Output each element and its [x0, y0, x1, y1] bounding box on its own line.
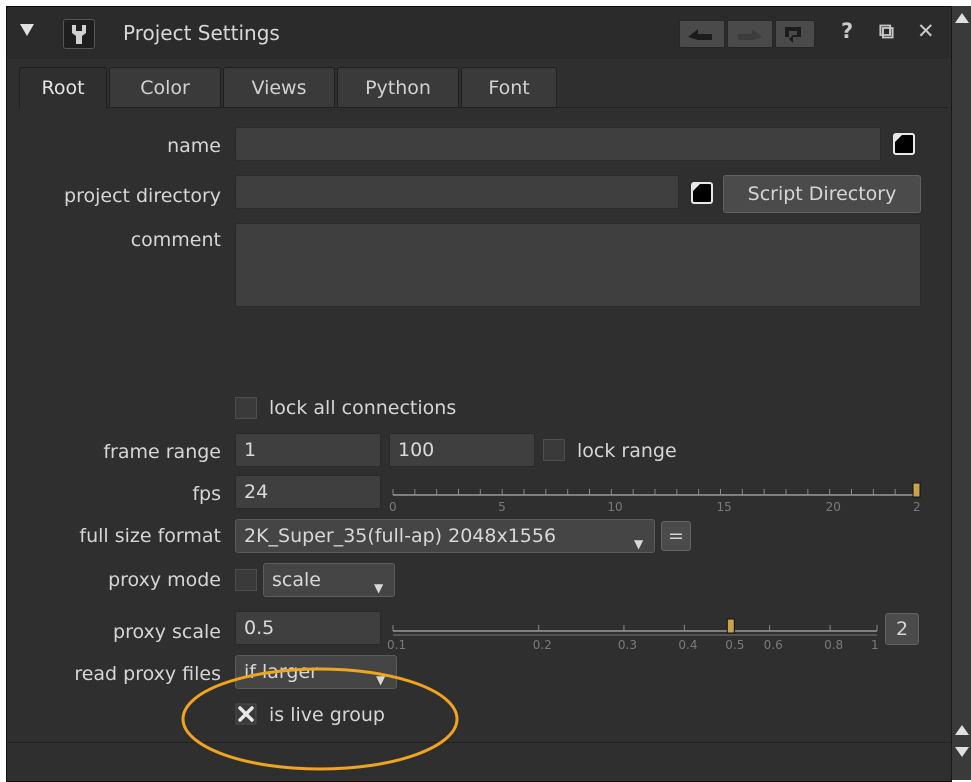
slider-tick-label: 1	[871, 638, 879, 649]
tab-bar: Root Color Views Python Font	[7, 67, 951, 109]
project-directory-file-browser-icon[interactable]	[687, 178, 717, 208]
help-icon[interactable]: ?	[841, 19, 853, 43]
slider-tick-label: 0.4	[678, 638, 697, 649]
wrench-icon	[72, 25, 86, 44]
undo-icon	[688, 29, 712, 40]
full-size-format-value: 2K_Super_35(full-ap) 2048x1556	[244, 525, 557, 547]
full-size-format-dropdown[interactable]: 2K_Super_35(full-ap) 2048x1556 ▼	[235, 519, 655, 553]
close-icon[interactable]: ✕	[917, 19, 935, 43]
undo-button[interactable]	[679, 20, 725, 48]
collapse-triangle-icon[interactable]	[19, 23, 35, 37]
name-file-browser-icon[interactable]	[889, 129, 919, 159]
window-title: Project Settings	[123, 21, 280, 45]
slider-handle[interactable]	[912, 482, 921, 498]
script-directory-button[interactable]: Script Directory	[723, 175, 921, 213]
chevron-down-icon: ▼	[374, 581, 384, 595]
slider-tick-label: 20	[826, 500, 841, 513]
proxy-mode-value: scale	[272, 569, 321, 591]
slider-tick-label: 0.8	[824, 638, 843, 649]
vertical-scrollbar[interactable]	[951, 6, 971, 780]
tab-root[interactable]: Root	[19, 67, 107, 109]
slider-tick-label: 0.2	[533, 638, 552, 649]
slider-handle[interactable]	[726, 618, 735, 634]
lock-range-label: lock range	[577, 440, 677, 462]
revert-icon	[785, 27, 801, 43]
redo-icon	[738, 29, 762, 40]
name-label: name	[167, 135, 221, 157]
scroll-up-button[interactable]	[954, 10, 970, 26]
revert-button[interactable]	[775, 20, 815, 48]
arrow-up-icon	[955, 13, 969, 23]
tab-python[interactable]: Python	[337, 67, 459, 107]
project-directory-label: project directory	[64, 185, 221, 207]
proxy-scale-input[interactable]: 0.5	[235, 611, 381, 645]
slider-tick-label: 0.3	[618, 638, 637, 649]
proxy-scale-label: proxy scale	[113, 621, 221, 643]
frame-range-last-input[interactable]: 100	[389, 433, 535, 467]
tab-font[interactable]: Font	[461, 67, 557, 107]
tab-color[interactable]: Color	[109, 67, 221, 107]
proxy-mode-label: proxy mode	[108, 569, 221, 591]
proxy-mode-checkbox[interactable]	[235, 569, 257, 591]
lock-all-connections-label: lock all connections	[269, 397, 457, 419]
slider-tick-label: 5	[498, 500, 506, 513]
scroll-down-button[interactable]	[954, 744, 970, 760]
fps-input[interactable]: 24	[235, 475, 381, 509]
slider-tick-label: 0.1	[387, 638, 406, 649]
highlight-ellipse-annotation	[181, 667, 459, 771]
project-settings-panel: Project Settings ? ⧉ ✕ Root Color Views …	[6, 6, 952, 782]
lock-all-connections-checkbox[interactable]	[235, 397, 257, 419]
node-settings-button[interactable]	[63, 19, 95, 49]
fps-label: fps	[192, 483, 221, 505]
frame-range-first-input[interactable]: 1	[235, 433, 381, 467]
scroll-up-button-lower[interactable]	[954, 722, 970, 738]
proxy-mode-dropdown[interactable]: scale ▼	[263, 563, 395, 597]
slider-tick-label: 0.5	[725, 638, 744, 649]
title-bar: Project Settings ? ⧉ ✕	[7, 7, 951, 59]
comment-textarea[interactable]	[235, 223, 921, 307]
slider-tick-label: 0.6	[764, 638, 783, 649]
slider-tick-label: 10	[607, 500, 622, 513]
full-size-format-label: full size format	[79, 525, 221, 547]
name-input[interactable]	[235, 127, 881, 161]
project-directory-input[interactable]	[235, 175, 679, 209]
redo-button[interactable]	[727, 20, 773, 48]
format-equals-button[interactable]: =	[661, 521, 691, 551]
frame-range-label: frame range	[103, 441, 221, 463]
slider-tick-label: 0	[389, 500, 397, 513]
fps-slider[interactable]: 0 5 10 15 20 24	[385, 473, 921, 513]
tab-divider	[107, 107, 949, 108]
lock-range-checkbox[interactable]	[543, 439, 565, 461]
arrow-down-icon	[955, 747, 969, 757]
comment-label: comment	[130, 229, 221, 251]
slider-tick-label: 24	[913, 500, 921, 513]
float-icon[interactable]: ⧉	[879, 19, 894, 44]
proxy-scale-slider[interactable]: 0.1 0.2 0.3 0.4 0.5 0.6 0.8 1	[385, 609, 883, 649]
arrow-up-icon	[955, 725, 969, 735]
slider-tick-label: 15	[717, 500, 732, 513]
proxy-scale-channels-button[interactable]: 2	[885, 613, 919, 645]
chevron-down-icon: ▼	[634, 537, 644, 551]
tab-views[interactable]: Views	[223, 67, 335, 107]
bottom-divider	[7, 742, 951, 743]
